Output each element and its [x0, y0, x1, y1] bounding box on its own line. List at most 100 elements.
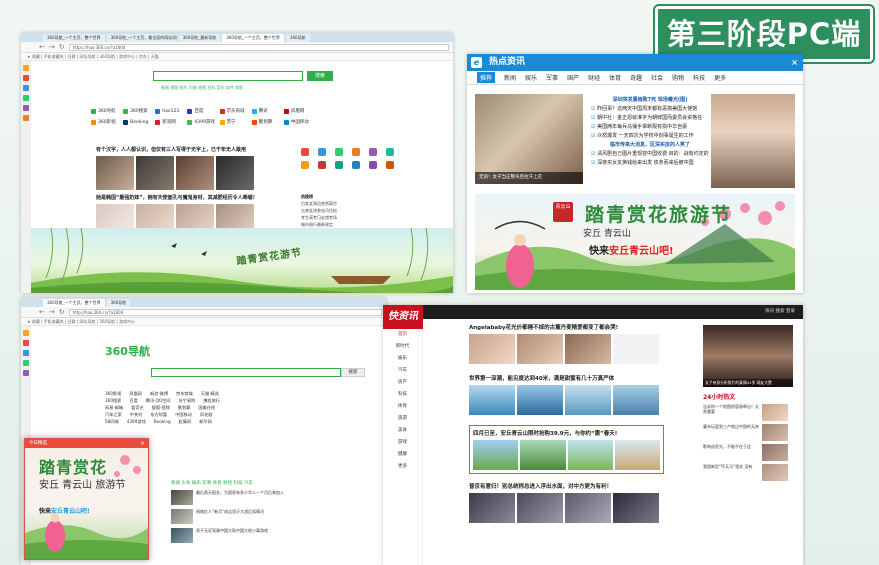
article-thumbnail[interactable]: [613, 385, 659, 415]
site-link[interactable]: 聚划算: [178, 404, 191, 411]
site-link[interactable]: 网易·邮箱: [105, 404, 123, 411]
tab-military[interactable]: 军事: [546, 73, 558, 82]
site-logo[interactable]: 快资讯: [383, 305, 423, 329]
site-link[interactable]: 中国移动: [283, 119, 316, 125]
article-headline[interactable]: 世界第一深潮，能见度达到40米，满是甜蜜有几十万真严体: [469, 374, 664, 382]
article-thumbnail[interactable]: [469, 493, 515, 523]
site-link[interactable]: Booking: [154, 418, 171, 425]
site-link[interactable]: 360搜索: [105, 397, 121, 404]
article-thumbnail[interactable]: [517, 493, 563, 523]
tab-finance[interactable]: 财经: [588, 73, 600, 82]
featured-photo[interactable]: [475, 94, 583, 184]
mail-icon[interactable]: [23, 350, 29, 356]
nav-item[interactable]: 科技: [383, 389, 422, 401]
app-icon[interactable]: [386, 161, 394, 169]
tab-more[interactable]: 更多: [714, 73, 726, 82]
site-link[interactable]: 4399游戏: [187, 119, 219, 125]
news-item[interactable]: 昨回事？这两天中国周末都有恶搞美国大使馆: [591, 105, 709, 114]
banner-cta[interactable]: 快来安丘青云山吧!: [39, 506, 90, 515]
site-link[interactable]: 360影视: [105, 390, 121, 397]
app-icon[interactable]: [301, 148, 309, 156]
news-item[interactable]: 众怒爆发 一天四次为学校中刻事诞生的工作: [591, 132, 709, 141]
site-link[interactable]: 4399游戏: [127, 418, 146, 425]
featured-photo-caption[interactable]: 无语！女子当庄整块后往汗上店: [475, 172, 583, 184]
tab[interactable]: 360导航_一个主页，整个世界: [222, 34, 284, 42]
site-link[interactable]: 赶集网: [179, 418, 192, 425]
site-link[interactable]: 百度: [129, 397, 137, 404]
search-button[interactable]: 搜索: [341, 368, 365, 377]
app-icon[interactable]: [386, 148, 394, 156]
forward-icon[interactable]: →: [49, 43, 55, 51]
article-thumbnail[interactable]: [613, 493, 659, 523]
news-thumbnail[interactable]: [136, 156, 174, 190]
news-item[interactable]: 清风剧自己图片重现容中国收费 目的：战有约定的: [591, 150, 709, 159]
site-link[interactable]: 天猫·精选: [201, 390, 219, 397]
forward-icon[interactable]: →: [49, 308, 55, 316]
tab-curious[interactable]: 奇趣: [630, 73, 642, 82]
site-link[interactable]: 中关村: [130, 411, 143, 418]
news-thumbnail[interactable]: [96, 156, 134, 190]
back-icon[interactable]: ←: [39, 308, 45, 316]
hot-article[interactable]: 告诉你一个地图很容易牵出！太贵重要: [703, 404, 793, 421]
news-item[interactable]: 网络红人“新月”成吉思汗大战后续情况: [171, 509, 383, 524]
site-link[interactable]: 汽车之家: [105, 411, 122, 418]
tab[interactable]: 360导航_最新导航: [178, 34, 221, 42]
site-link[interactable]: 东方财富: [150, 411, 167, 418]
news-thumbnail[interactable]: [176, 156, 214, 190]
article-thumbnail[interactable]: [517, 385, 563, 415]
news-tabs[interactable]: 新闻 头条 娱乐 军事 体育 财经 科技 汽车: [171, 480, 383, 486]
tab-shopping[interactable]: 购物: [672, 73, 684, 82]
news-headline[interactable]: 临市传来大消息，区深买房的人笑了: [591, 141, 709, 150]
video-icon[interactable]: [23, 75, 29, 81]
nav-item[interactable]: 体育: [383, 401, 422, 413]
article-thumbnail[interactable]: [469, 385, 515, 415]
site-link[interactable]: 腾讯: [251, 108, 284, 114]
url-input[interactable]: https://hao.360.cn/?a1004: [68, 43, 449, 51]
news-headline[interactable]: 深圳突发暴雨致7死 现场曝光(图): [591, 96, 709, 105]
article-thumbnail[interactable]: [517, 334, 563, 364]
news-item[interactable]: 男子无证驾驶中国大陆中国大地小事游戏: [171, 528, 383, 543]
news-item[interactable]: 最后两天报名，为国家有多少华人一个月后来加入: [171, 490, 383, 505]
spring-festival-banner[interactable]: 踏青赏花游节: [31, 227, 453, 293]
nav-item[interactable]: 房产: [383, 377, 422, 389]
site-link[interactable]: 同花顺: [200, 411, 213, 418]
news-headline[interactable]: 有个汉字，人人都认识，但仅有三人写得于无字上，已干年无人敢用: [96, 146, 286, 153]
tab[interactable]: 360导航_一个主页，整个世界: [43, 34, 105, 42]
site-link[interactable]: 百度: [187, 108, 219, 114]
site-link[interactable]: 新浪·微博: [150, 390, 168, 397]
tab[interactable]: 360导航: [285, 34, 310, 42]
music-icon[interactable]: [23, 105, 29, 111]
site-link[interactable]: 苏宁: [219, 119, 252, 125]
tab-entertainment[interactable]: 娱乐: [525, 73, 537, 82]
site-link[interactable]: 凤凰网: [129, 390, 142, 397]
game-icon[interactable]: [23, 360, 29, 366]
app-icon[interactable]: [352, 161, 360, 169]
search-input[interactable]: [153, 71, 303, 81]
url-input[interactable]: http://hao.360.cn/?a1004: [68, 308, 382, 316]
nav-item[interactable]: 旅游: [383, 413, 422, 425]
hot-article[interactable]: 我国新型“歼兵马”相关 没有: [703, 464, 793, 481]
star-icon[interactable]: [23, 65, 29, 71]
article-headline[interactable]: Angelababy花光价都睡不掉的古董丹麦精爱都变了都会哭!: [469, 323, 664, 331]
close-icon[interactable]: ×: [140, 439, 145, 448]
news-icon[interactable]: [23, 115, 29, 121]
app-icon[interactable]: [318, 148, 326, 156]
article-thumbnail[interactable]: [565, 493, 611, 523]
article-thumbnail[interactable]: [565, 334, 611, 364]
tab[interactable]: 360导航_一个主页，最全面的网站导航: [106, 34, 177, 42]
search-input[interactable]: [151, 368, 341, 377]
nav-item[interactable]: 美食: [383, 425, 422, 437]
site-link[interactable]: hao123: [155, 108, 187, 114]
site-link[interactable]: 腾讯·QQ空间: [146, 397, 171, 404]
highlighted-ad-article[interactable]: 四月已至，安丘青云山限时抢购39.9元，与你约“惠”春天!: [469, 425, 664, 474]
tab-domestic[interactable]: 国产: [567, 73, 579, 82]
star-icon[interactable]: [23, 330, 29, 336]
close-icon[interactable]: ×: [791, 54, 798, 71]
article-thumbnail[interactable]: [613, 334, 659, 364]
mail-icon[interactable]: [23, 85, 29, 91]
popup-banner[interactable]: 踏青赏花 安丘 青云山 旅游节 快来安丘青云山吧!: [25, 448, 148, 559]
spring-festival-banner[interactable]: 青云山 踏青赏花旅游节 安丘 青云山 快来安丘青云山吧!: [475, 194, 795, 290]
hot-article[interactable]: 影响化验光，不能不在于这: [703, 444, 793, 461]
top-links[interactable]: 快讯 搜索 登录: [765, 305, 795, 319]
music-icon[interactable]: [23, 370, 29, 376]
